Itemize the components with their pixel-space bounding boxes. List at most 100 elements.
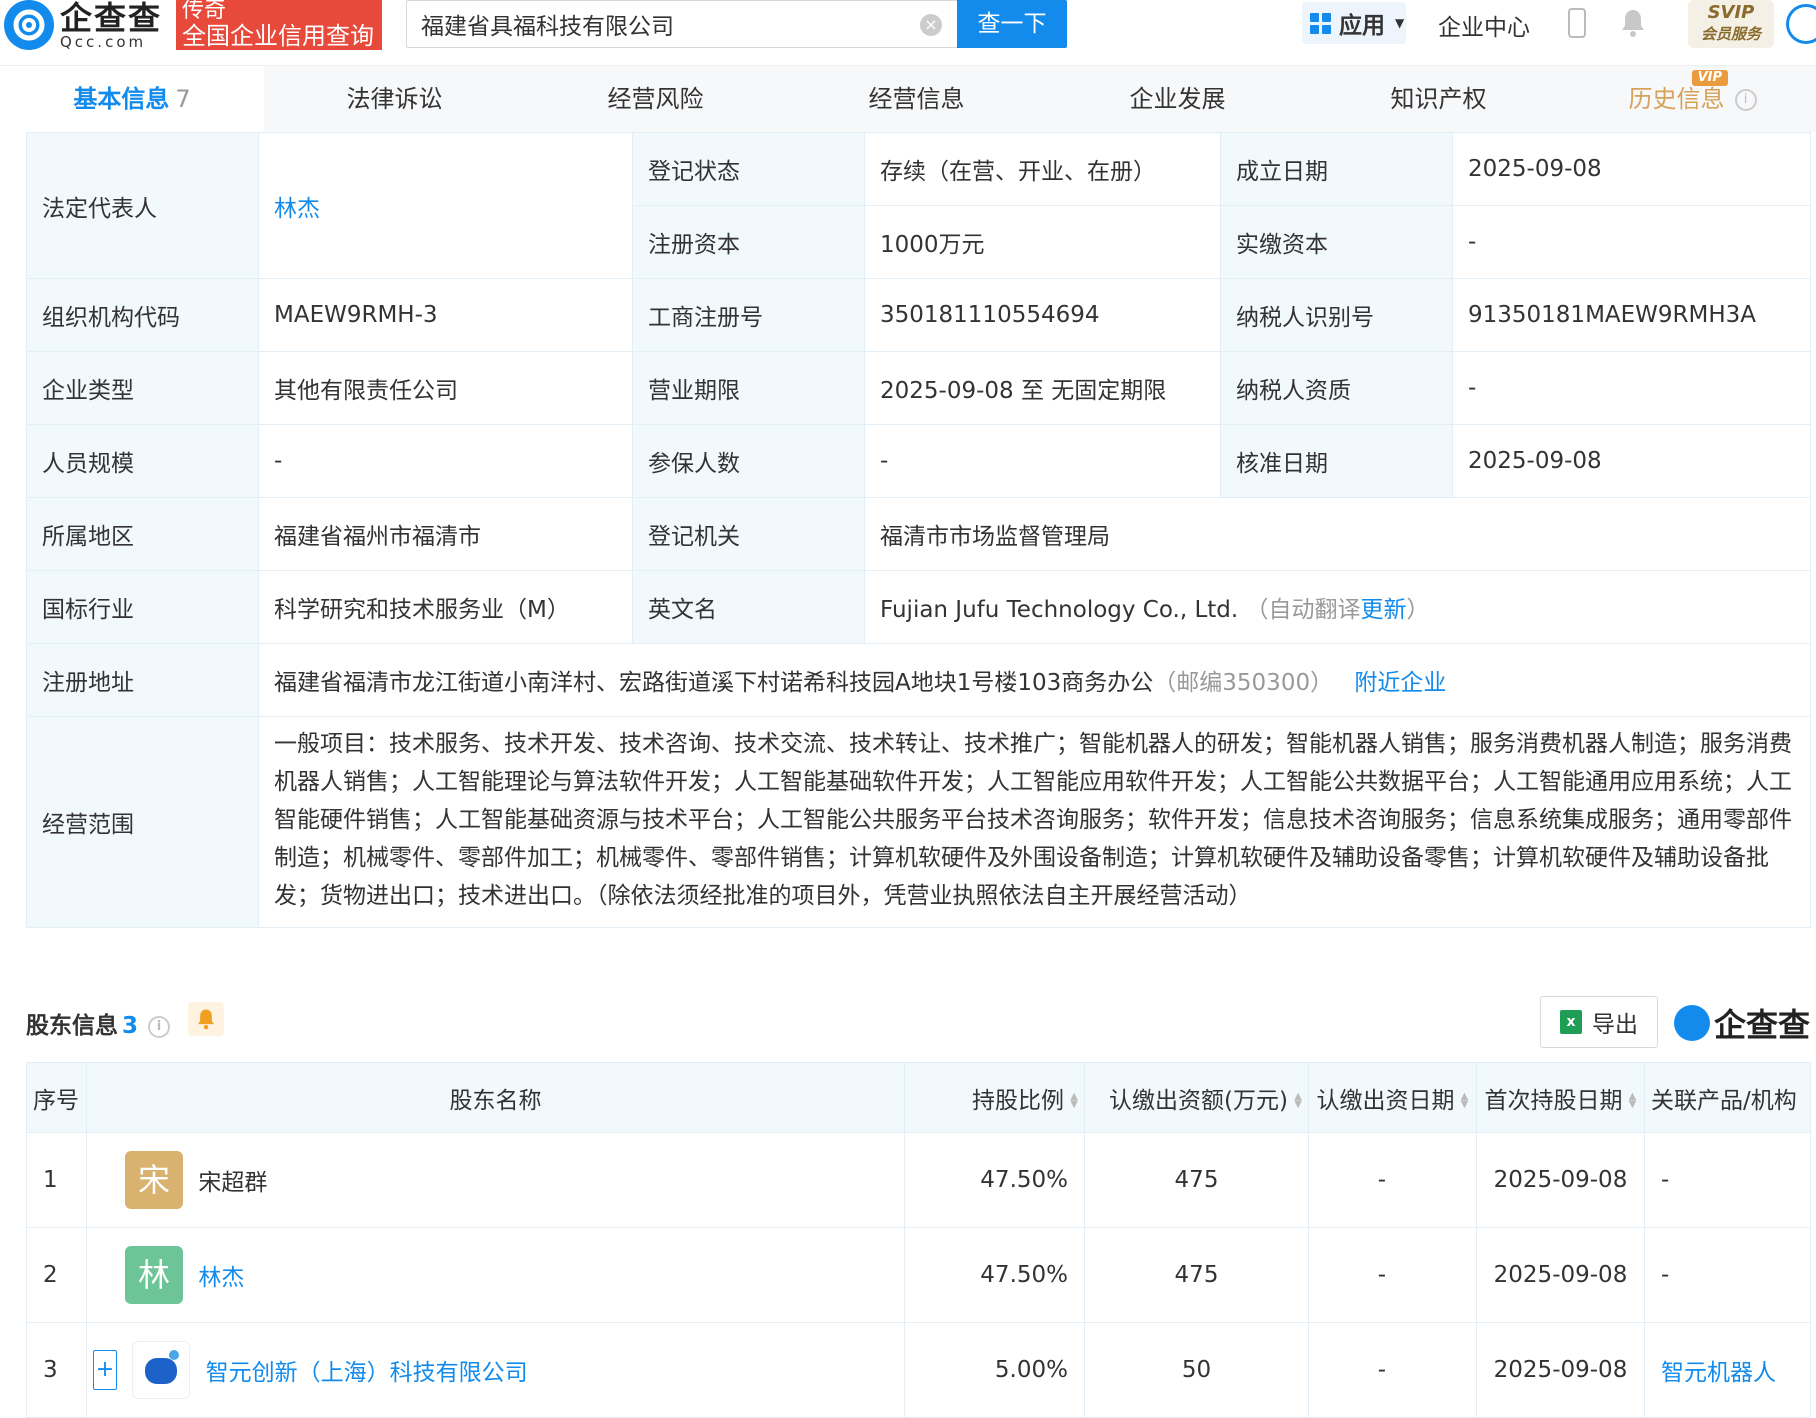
org-code-value: MAEW9RMH-3 xyxy=(258,278,633,352)
apps-menu[interactable]: 应用 ▼ xyxy=(1302,2,1406,44)
clear-icon[interactable]: × xyxy=(920,14,942,36)
section-tabs: 基本信息 7 法律诉讼 经营风险 经营信息 企业发展 知识产权 历史信息 i VIP xyxy=(0,66,1816,132)
shareholders-count: 3 xyxy=(122,1013,139,1039)
excel-icon: x xyxy=(1560,1010,1582,1034)
subscribe-bell-icon[interactable] xyxy=(188,1002,224,1036)
shareholder-cell: 宋 宋超群 xyxy=(86,1132,905,1228)
term-value: 2025-09-08 至 无固定期限 xyxy=(864,351,1221,425)
term-label: 营业期限 xyxy=(632,351,865,425)
authority-value: 福清市市场监督管理局 xyxy=(864,497,1811,571)
sort-icon[interactable]: ▲ ▼ xyxy=(1070,1092,1078,1110)
svip-button[interactable]: SVIP 会员服务 xyxy=(1688,0,1774,48)
postcode: （邮编350300） xyxy=(1153,670,1334,696)
update-translation-link[interactable]: 更新 xyxy=(1361,597,1407,623)
notification-bell-icon[interactable] xyxy=(1620,8,1646,38)
insured-value: - xyxy=(864,424,1221,498)
promo-line2: 全国企业信用查询 xyxy=(182,22,374,50)
tab-count: 7 xyxy=(175,85,191,113)
en-name-cell: Fujian Jufu Technology Co., Ltd. （自动翻译更新… xyxy=(864,570,1811,644)
shareholders-header: 股东信息 3 i x 导出 企查查 xyxy=(26,996,1810,1048)
logo-text: 企查查 xyxy=(60,0,163,37)
sort-icon[interactable]: ▲ ▼ xyxy=(1461,1092,1469,1110)
taxpayer-id-value: 91350181MAEW9RMH3A xyxy=(1452,278,1811,352)
first-date: 2025-09-08 xyxy=(1476,1132,1645,1228)
qcc-logo[interactable]: 企查查 Qcc.com xyxy=(4,0,162,50)
biz-reg-no-label: 工商注册号 xyxy=(632,278,865,352)
col-related: 关联产品/机构 xyxy=(1644,1062,1811,1133)
ratio: 47.50% xyxy=(904,1132,1085,1228)
table-row: 3 + 智元创新（上海）科技有限公司 5.00% 50 - 2025-09-08… xyxy=(26,1322,1811,1418)
related: - xyxy=(1644,1132,1811,1228)
info-icon[interactable]: i xyxy=(148,1015,171,1038)
approved-label: 核准日期 xyxy=(1220,424,1453,498)
search-input[interactable] xyxy=(407,1,907,47)
sub-date: - xyxy=(1308,1132,1477,1228)
user-avatar[interactable] xyxy=(1786,4,1816,44)
col-amount[interactable]: 认缴出资额(万元) ▲ ▼ xyxy=(1084,1062,1309,1133)
amount: 475 xyxy=(1084,1132,1309,1228)
authority-label: 登记机关 xyxy=(632,497,865,571)
col-name: 股东名称 xyxy=(86,1062,905,1133)
related-link[interactable]: 智元机器人 xyxy=(1661,1360,1776,1386)
first-date: 2025-09-08 xyxy=(1476,1322,1645,1418)
region-value: 福建省福州市福清市 xyxy=(258,497,633,571)
search-button[interactable]: 查一下 xyxy=(957,0,1067,48)
search-box: × xyxy=(406,0,958,48)
tab-development[interactable]: 企业发展 xyxy=(1047,66,1308,132)
table-header-row: 序号 股东名称 持股比例 ▲ ▼ 认缴出资额(万元) ▲ ▼ 认缴出资日期 ▲ ▼ 首次持股… xyxy=(26,1062,1811,1133)
ratio: 47.50% xyxy=(904,1227,1085,1323)
mobile-icon[interactable] xyxy=(1568,8,1586,38)
industry-value: 科学研究和技术服务业（M） xyxy=(258,570,633,644)
legal-rep-link[interactable]: 林杰 xyxy=(274,196,320,222)
tab-history[interactable]: 历史信息 i VIP xyxy=(1569,66,1816,132)
org-code-label: 组织机构代码 xyxy=(26,278,259,352)
shareholder-name-link[interactable]: 智元创新（上海）科技有限公司 xyxy=(206,1360,528,1386)
tab-operation[interactable]: 经营信息 xyxy=(786,66,1047,132)
export-button[interactable]: x 导出 xyxy=(1540,996,1658,1048)
shareholder-name-link[interactable]: 林杰 xyxy=(198,1265,244,1291)
enterprise-center-link[interactable]: 企业中心 xyxy=(1438,8,1530,42)
insured-label: 参保人数 xyxy=(632,424,865,498)
company-logo xyxy=(132,1341,191,1399)
tab-ip[interactable]: 知识产权 xyxy=(1308,66,1569,132)
reg-status-value: 存续（在营、开业、在册） xyxy=(864,132,1221,206)
amount: 50 xyxy=(1084,1322,1309,1418)
svip-label: SVIP xyxy=(1707,2,1755,23)
industry-label: 国标行业 xyxy=(26,570,259,644)
approved-value: 2025-09-08 xyxy=(1452,424,1811,498)
tab-basic-info[interactable]: 基本信息 7 xyxy=(0,66,264,132)
avatar: 林 xyxy=(125,1246,183,1304)
col-sub-date[interactable]: 认缴出资日期 ▲ ▼ xyxy=(1308,1062,1477,1133)
apps-label: 应用 xyxy=(1339,13,1385,39)
shareholders-table: 序号 股东名称 持股比例 ▲ ▼ 认缴出资额(万元) ▲ ▼ 认缴出资日期 ▲ ▼ 首次持股… xyxy=(26,1062,1811,1418)
watermark-text: 企查查 xyxy=(1714,1006,1811,1044)
row-no: 3 xyxy=(26,1322,87,1418)
type-label: 企业类型 xyxy=(26,351,259,425)
col-ratio[interactable]: 持股比例 ▲ ▼ xyxy=(904,1062,1085,1133)
biz-reg-no-value: 350181110554694 xyxy=(864,278,1221,352)
expand-icon[interactable]: + xyxy=(93,1350,117,1390)
table-row: 2 林 林杰 47.50% 475 - 2025-09-08 - xyxy=(26,1227,1811,1323)
qcc-watermark: 企查查 xyxy=(1674,1000,1810,1046)
col-first-date[interactable]: 首次持股日期 ▲ ▼ xyxy=(1476,1062,1645,1133)
amount: 475 xyxy=(1084,1227,1309,1323)
tab-risk[interactable]: 经营风险 xyxy=(525,66,786,132)
sort-icon[interactable]: ▲ ▼ xyxy=(1629,1092,1637,1110)
founded-label: 成立日期 xyxy=(1220,132,1453,206)
auto-translate-prefix: （自动翻译 xyxy=(1245,597,1361,623)
related: - xyxy=(1644,1227,1811,1323)
nearby-companies-link[interactable]: 附近企业 xyxy=(1354,670,1446,696)
scope-label: 经营范围 xyxy=(26,716,259,928)
sort-icon[interactable]: ▲ ▼ xyxy=(1294,1092,1302,1110)
shareholder-cell: + 智元创新（上海）科技有限公司 xyxy=(86,1322,905,1418)
promo-banner[interactable]: 传奇 全国企业信用查询 xyxy=(176,0,382,50)
staff-label: 人员规模 xyxy=(26,424,259,498)
scope-value: 一般项目：技术服务、技术开发、技术咨询、技术交流、技术转让、技术推广；智能机器人… xyxy=(258,716,1811,928)
svip-sublabel: 会员服务 xyxy=(1700,25,1761,43)
staff-value: - xyxy=(258,424,633,498)
col-no: 序号 xyxy=(26,1062,87,1133)
info-icon: i xyxy=(1734,89,1757,111)
legal-rep-label: 法定代表人 xyxy=(26,132,259,279)
tab-legal[interactable]: 法律诉讼 xyxy=(264,66,525,132)
founded-value: 2025-09-08 xyxy=(1452,132,1811,206)
